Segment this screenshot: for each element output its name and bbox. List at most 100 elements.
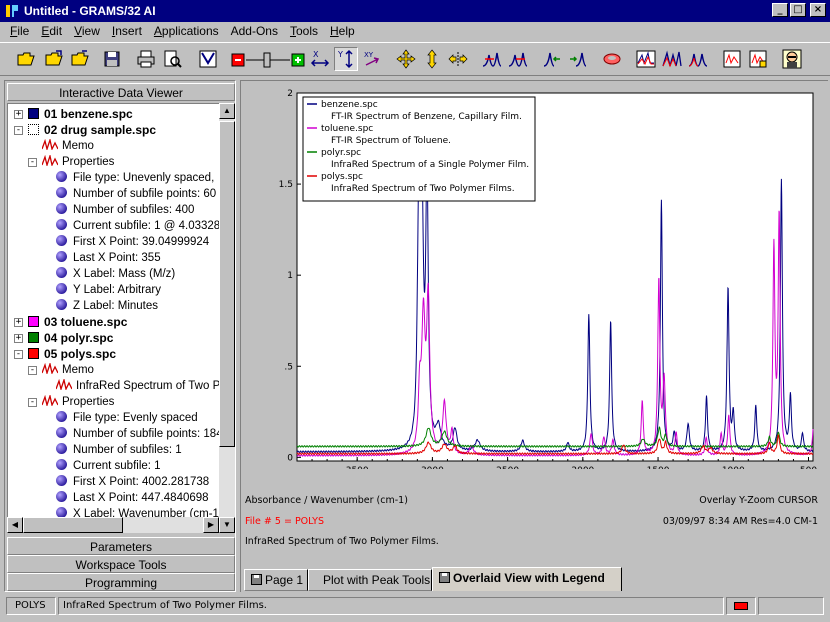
expand-icon[interactable]: + bbox=[14, 334, 23, 343]
scroll-left-button[interactable]: ◀ bbox=[7, 517, 23, 533]
vertical-arrows-icon[interactable] bbox=[420, 47, 444, 71]
scroll-down-button[interactable]: ▼ bbox=[219, 517, 235, 533]
minimize-button[interactable]: _ bbox=[772, 3, 788, 17]
shift-right-icon[interactable] bbox=[566, 47, 590, 71]
expert-icon[interactable] bbox=[780, 47, 804, 71]
y-scale-icon[interactable]: Y bbox=[334, 47, 358, 71]
property-icon bbox=[56, 187, 67, 198]
scroll-up-button[interactable]: ▲ bbox=[219, 103, 235, 119]
collapse-icon[interactable]: - bbox=[28, 366, 37, 375]
menu-view-label: iew bbox=[81, 24, 100, 38]
tree-node[interactable]: Properties bbox=[42, 154, 114, 170]
status-bar: POLYS InfraRed Spectrum of Two Polymer F… bbox=[0, 595, 830, 619]
tree-property-item[interactable]: Last X Point: 447.4840698 bbox=[56, 490, 209, 506]
tree-property-item[interactable]: Y Label: Arbitrary bbox=[56, 282, 161, 298]
tree-property-item[interactable]: Z Label: Minutes bbox=[56, 298, 158, 314]
menu-applications[interactable]: Applications bbox=[148, 24, 225, 38]
file-color-icon bbox=[28, 316, 39, 327]
tab-plot-with-peak-tools[interactable]: Plot with Peak Tools bbox=[308, 569, 432, 591]
menu-view[interactable]: View bbox=[68, 24, 106, 38]
plot-setup-icon[interactable] bbox=[196, 47, 220, 71]
tree-property-item[interactable]: X Label: Mass (M/z) bbox=[56, 266, 175, 282]
tree-node[interactable]: Memo bbox=[42, 362, 94, 378]
app-icon[interactable] bbox=[4, 3, 20, 19]
tab-programming[interactable]: Programming bbox=[7, 573, 235, 591]
zoom-slider[interactable] bbox=[230, 51, 306, 69]
scroll-thumb[interactable] bbox=[219, 121, 235, 447]
tree-property-item[interactable]: Number of subfiles: 400 bbox=[56, 202, 194, 218]
tree-property-item[interactable]: First X Point: 4002.281738 bbox=[56, 474, 209, 490]
tree-node[interactable]: Properties bbox=[42, 394, 114, 410]
tree-property-item[interactable]: Last X Point: 355 bbox=[56, 250, 161, 266]
tree-item-label: First X Point: 4002.281738 bbox=[73, 476, 210, 488]
tree-property-item[interactable]: Number of subfile points: 184 bbox=[56, 426, 223, 442]
tree-property-item[interactable]: Number of subfiles: 1 bbox=[56, 442, 182, 458]
x-tick-label: 2500 bbox=[496, 466, 519, 469]
tree-file-item[interactable]: 01 benzene.spc bbox=[28, 106, 133, 122]
tab-overlaid-view-with-legend[interactable]: Overlaid View with Legend bbox=[432, 567, 622, 591]
menu-insert[interactable]: Insert bbox=[106, 24, 148, 38]
tab-parameters[interactable]: Parameters bbox=[7, 537, 235, 555]
report-icon[interactable] bbox=[720, 47, 744, 71]
maximize-button[interactable]: □ bbox=[790, 3, 806, 17]
tree-node[interactable]: Memo bbox=[42, 138, 94, 154]
pan-icon[interactable] bbox=[394, 47, 418, 71]
collapse-icon[interactable]: - bbox=[14, 126, 23, 135]
tree-file-item[interactable]: 05 polys.spc bbox=[28, 346, 116, 362]
expand-icon[interactable]: + bbox=[14, 110, 23, 119]
shift-left-icon[interactable] bbox=[540, 47, 564, 71]
peak-icon[interactable] bbox=[506, 47, 530, 71]
collapse-icon[interactable]: - bbox=[14, 350, 23, 359]
print-preview-icon[interactable] bbox=[160, 47, 184, 71]
panel-header[interactable]: Interactive Data Viewer bbox=[7, 83, 235, 101]
horizontal-arrows-icon[interactable] bbox=[446, 47, 470, 71]
tab-page-1-label: Page 1 bbox=[265, 573, 304, 587]
tree-property-item[interactable]: First X Point: 39.04999924 bbox=[56, 234, 209, 250]
tree-file-item[interactable]: 03 toluene.spc bbox=[28, 314, 127, 330]
collapse-icon[interactable]: - bbox=[28, 398, 37, 407]
tab-page-1[interactable]: Page 1 bbox=[244, 569, 308, 591]
tree-item-label: Properties bbox=[62, 396, 115, 408]
tree-vertical-scrollbar[interactable]: ▲ ▼ bbox=[219, 103, 235, 533]
menu-tools[interactable]: Tools bbox=[284, 24, 324, 38]
spectra-icon[interactable] bbox=[686, 47, 710, 71]
tree-node[interactable]: InfraRed Spectrum of Two P bbox=[56, 378, 220, 394]
tree-item-label: Last X Point: 447.4840698 bbox=[73, 492, 209, 504]
open-folder-icon[interactable] bbox=[14, 47, 38, 71]
spectrum-icon bbox=[42, 139, 58, 150]
report-icon[interactable] bbox=[746, 47, 770, 71]
open-folder-icon[interactable] bbox=[68, 47, 92, 71]
tree-item-label: X Label: Mass (M/z) bbox=[73, 268, 176, 280]
tree-file-item[interactable]: 02 drug sample.spc bbox=[28, 122, 156, 138]
tree-property-item[interactable]: Number of subfile points: 60 bbox=[56, 186, 216, 202]
close-button[interactable]: × bbox=[810, 3, 826, 17]
peak-icon[interactable] bbox=[480, 47, 504, 71]
expand-icon[interactable]: + bbox=[14, 318, 23, 327]
status-indicator bbox=[726, 597, 756, 615]
menu-add-ons[interactable]: Add-Ons bbox=[225, 24, 284, 38]
spectra-icon[interactable] bbox=[660, 47, 684, 71]
tree-property-item[interactable]: File type: Evenly spaced bbox=[56, 410, 198, 426]
spectra-icon[interactable] bbox=[634, 47, 658, 71]
tree-item-label: Number of subfile points: 184 bbox=[73, 428, 223, 440]
print-icon[interactable] bbox=[134, 47, 158, 71]
collapse-icon[interactable]: - bbox=[28, 158, 37, 167]
tab-workspace-tools[interactable]: Workspace Tools bbox=[7, 555, 235, 573]
menu-help[interactable]: Help bbox=[324, 24, 361, 38]
menu-file[interactable]: File bbox=[4, 24, 35, 38]
tree-property-item[interactable]: Current subfile: 1 bbox=[56, 458, 161, 474]
save-icon[interactable] bbox=[100, 47, 124, 71]
overlay-icon[interactable] bbox=[600, 47, 624, 71]
spectrum-chart[interactable]: 0 .5 1 1.5 2 3500 3000 2500 2000 1500 1000 500 benze… bbox=[241, 81, 827, 469]
tree-property-item[interactable]: Current subfile: 1 @ 4.03328 bbox=[56, 218, 220, 234]
property-icon bbox=[56, 427, 67, 438]
hscroll-thumb[interactable] bbox=[23, 517, 123, 533]
x-scale-icon[interactable]: X bbox=[308, 47, 332, 71]
scroll-right-button[interactable]: ▶ bbox=[203, 517, 219, 533]
tree-property-item[interactable]: File type: Unevenly spaced, bbox=[56, 170, 214, 186]
xy-scale-icon[interactable]: XY bbox=[360, 47, 384, 71]
menu-edit[interactable]: Edit bbox=[35, 24, 68, 38]
tree-horizontal-scrollbar[interactable]: ◀ ▶ bbox=[7, 517, 219, 533]
open-folder-icon[interactable] bbox=[42, 47, 66, 71]
tree-file-item[interactable]: 04 polyr.spc bbox=[28, 330, 113, 346]
